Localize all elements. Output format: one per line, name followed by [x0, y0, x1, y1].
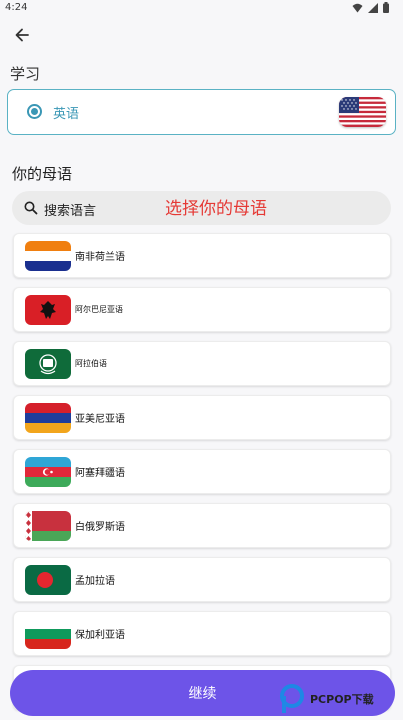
search-text: 搜索语言: [44, 204, 97, 219]
native-section-title: 你的母语: [12, 165, 73, 183]
battery-icon: [383, 2, 389, 13]
armenia-flag-icon: [25, 403, 71, 433]
language-item-afrikaans[interactable]: 南非荷兰语: [13, 233, 391, 278]
language-item-belarusian[interactable]: 白俄罗斯语: [13, 503, 391, 548]
status-time: 4:24: [5, 2, 28, 13]
learn-section-title: 学习: [10, 65, 41, 83]
language-item-azerbaijani[interactable]: 阿塞拜疆语: [13, 449, 391, 494]
arrow-left-icon: [15, 28, 29, 42]
signal-icon: [368, 2, 378, 13]
language-name: 亚美尼亚语: [75, 414, 125, 425]
language-name: 保加利亚语: [75, 630, 125, 641]
language-name: 阿拉伯语: [75, 359, 107, 368]
language-item-albanian[interactable]: 阿尔巴尼亚语: [13, 287, 391, 332]
learn-language-name: 英语: [53, 107, 80, 122]
pcpop-logo-icon: [280, 684, 304, 713]
language-item-arabic[interactable]: 阿拉伯语: [13, 341, 391, 386]
language-name: 孟加拉语: [75, 576, 115, 587]
radio-selected-icon[interactable]: [27, 104, 42, 119]
language-item-bulgarian[interactable]: 保加利亚语: [13, 611, 391, 656]
status-icons: [352, 2, 389, 13]
watermark-text: PCPOP下载: [310, 693, 374, 706]
language-name: 阿尔巴尼亚语: [75, 305, 123, 314]
language-name: 白俄罗斯语: [75, 522, 125, 533]
bangladesh-flag-icon: [25, 565, 71, 595]
search-icon: [24, 201, 38, 215]
albania-flag-icon: [25, 295, 71, 325]
back-button[interactable]: [12, 26, 34, 44]
language-name: 南非荷兰语: [75, 252, 125, 263]
south-africa-old-flag-icon: [25, 241, 71, 271]
bulgaria-flag-icon: [25, 619, 71, 649]
belarus-flag-icon: [25, 511, 71, 541]
status-bar: 4:24: [0, 0, 403, 18]
arab-league-flag-icon: [25, 349, 71, 379]
azerbaijan-flag-icon: [25, 457, 71, 487]
wifi-icon: [352, 3, 363, 12]
watermark: PCPOP下载: [280, 684, 400, 716]
annotation-caption: 选择你的母语: [165, 199, 267, 219]
learn-language-card[interactable]: 英语: [7, 89, 396, 135]
language-name: 阿塞拜疆语: [75, 468, 125, 479]
us-flag-icon: [339, 97, 386, 127]
language-item-armenian[interactable]: 亚美尼亚语: [13, 395, 391, 440]
language-item-bengali[interactable]: 孟加拉语: [13, 557, 391, 602]
